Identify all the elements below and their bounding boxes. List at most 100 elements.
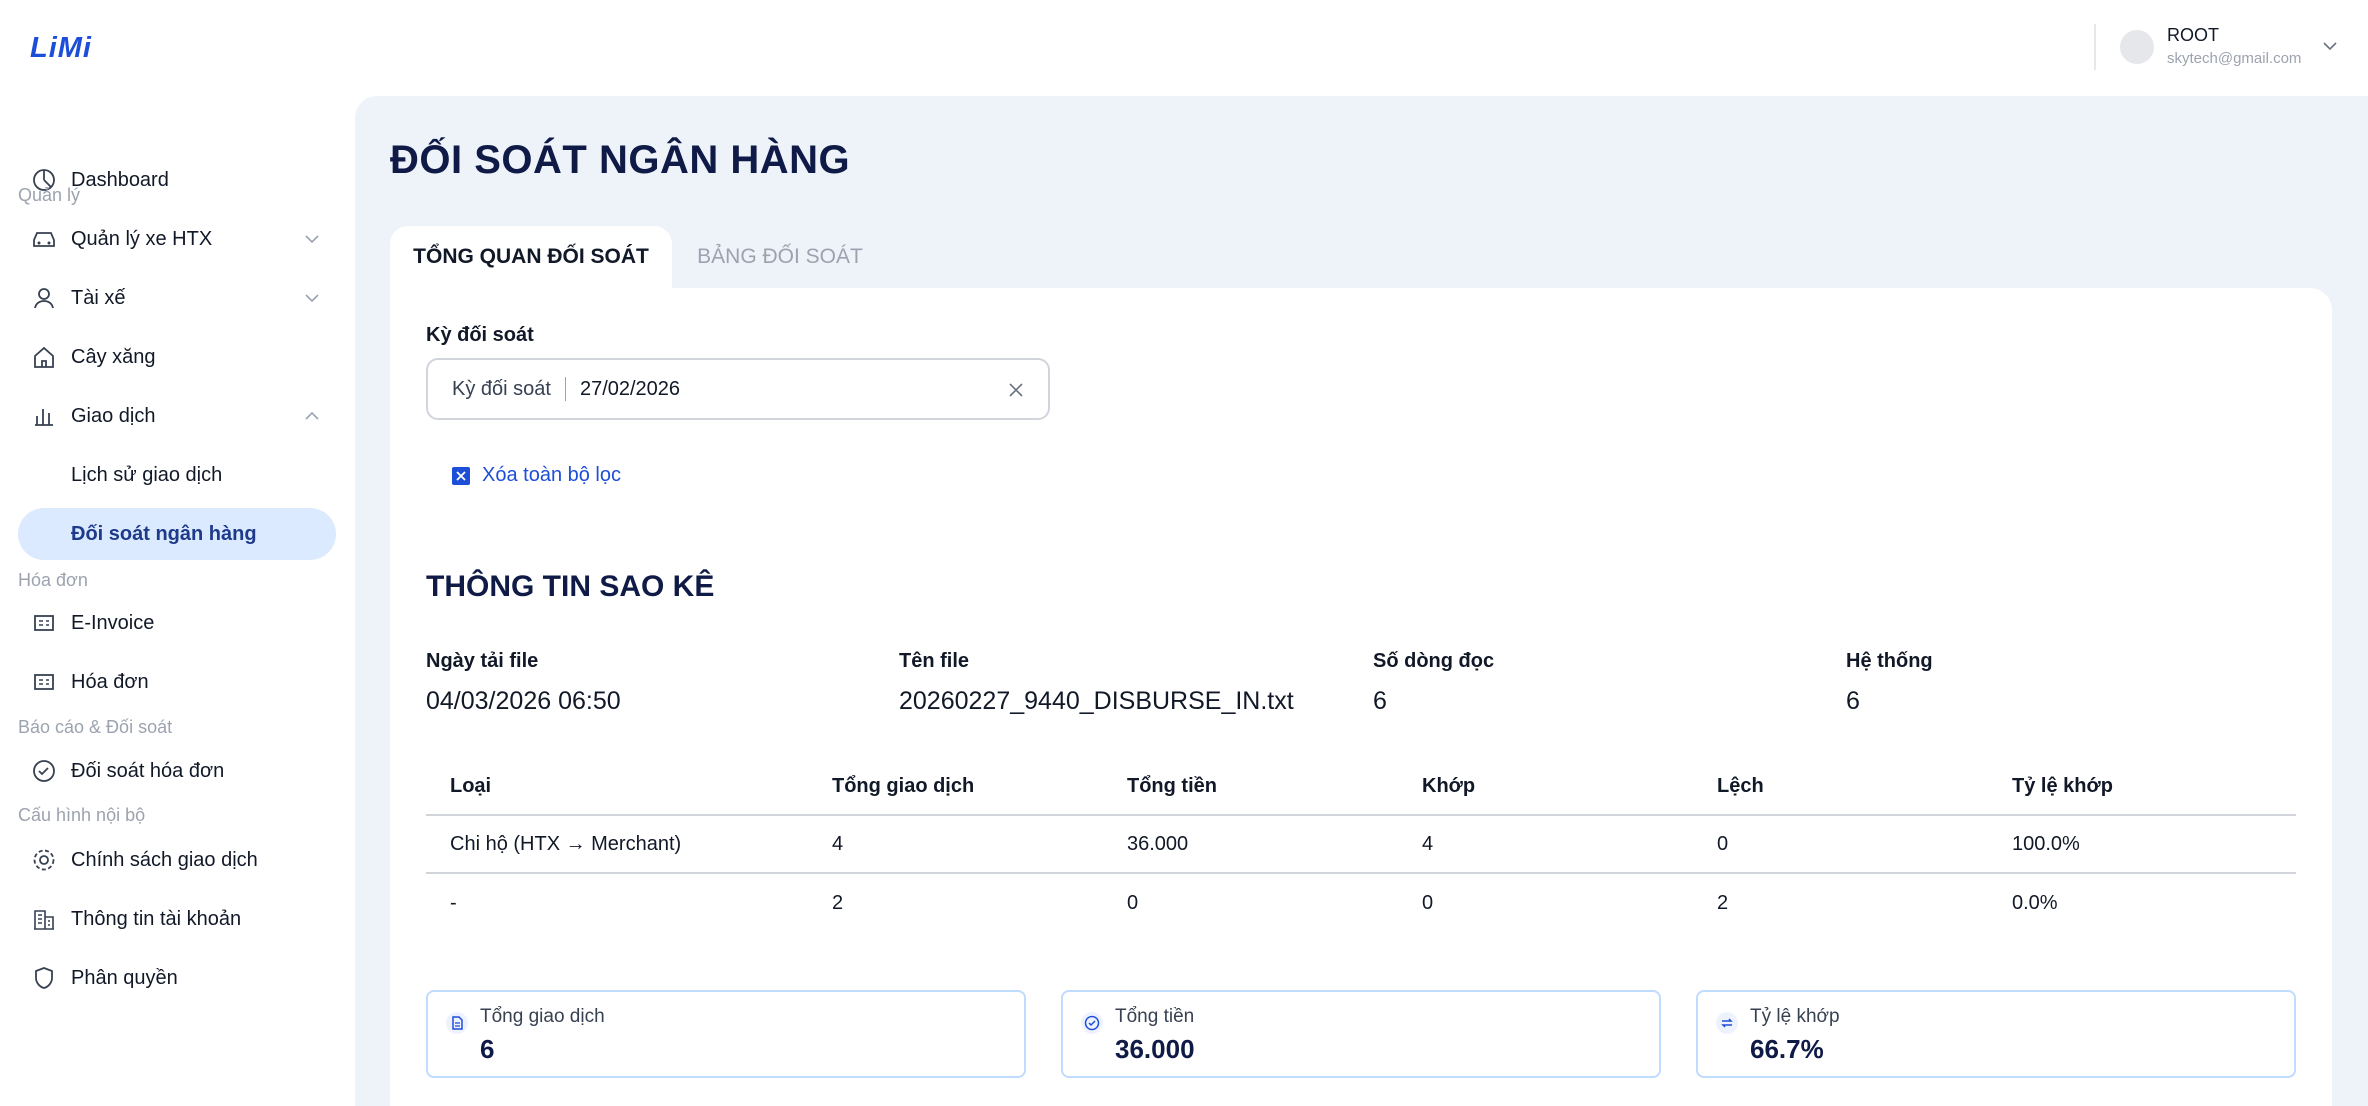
section-label-bao-cao: Báo cáo & Đối soát — [18, 717, 173, 737]
sidebar-item-label: Lịch sử giao dịch — [71, 463, 223, 486]
info-label: Tên file — [899, 650, 970, 672]
sidebar-item-doi-soat-hoa-don[interactable]: Đối soát hóa đơn — [18, 745, 336, 797]
table-cell: 2 — [1717, 891, 1729, 914]
sidebar-item-quan-ly-xe[interactable]: Quản lý xe HTX — [18, 213, 336, 265]
shield-icon — [30, 964, 58, 992]
chevron-down-icon — [305, 235, 319, 244]
sidebar-item-label: Chính sách giao dịch — [71, 848, 258, 871]
table-header-cell: Tỷ lệ khớp — [2012, 774, 2113, 797]
table-cell: - — [450, 891, 457, 914]
stat-value: 6 — [480, 1034, 495, 1064]
table-cell: 36.000 — [1127, 832, 1189, 855]
refresh-icon — [1716, 1012, 1738, 1034]
chevron-down-icon — [305, 294, 319, 303]
sidebar-item-label: Đối soát ngân hàng — [71, 522, 257, 545]
invoice-icon — [30, 609, 58, 637]
table-cell: Chi hộ (HTX → Merchant) — [450, 832, 682, 855]
table-header-cell: Tổng tiền — [1127, 774, 1217, 797]
car-icon — [30, 225, 58, 253]
stat-value: 66.7% — [1750, 1034, 1824, 1064]
info-label: Hệ thống — [1846, 650, 1933, 672]
table-cell: 0 — [1717, 832, 1729, 855]
sidebar-item-label: Thông tin tài khoản — [71, 907, 242, 930]
table-cell: 4 — [832, 832, 844, 855]
table-row[interactable]: Chi hộ (HTX → Merchant) 4 36.000 4 0 100… — [426, 816, 2296, 874]
info-system: Hệ thống 6 — [1846, 650, 1933, 716]
home-icon — [30, 343, 58, 371]
check-circle-icon — [1081, 1012, 1103, 1034]
sidebar-item-label: Phân quyền — [71, 966, 178, 989]
sidebar-item-doi-soat-ngan-hang[interactable]: Đối soát ngân hàng — [18, 508, 336, 560]
user-name: ROOT — [2167, 25, 2219, 45]
info-value: 6 — [1373, 687, 1387, 715]
sidebar-item-label: Tài xế — [71, 286, 126, 309]
clear-all-filters-button[interactable]: Xóa toàn bộ lọc — [452, 464, 621, 487]
stat-card-match-rate: Tỷ lệ khớp 66.7% — [1696, 990, 2296, 1078]
page-title: ĐỐI SOÁT NGÂN HÀNG — [390, 138, 851, 182]
sidebar-item-tai-xe[interactable]: Tài xế — [18, 272, 336, 324]
statement-section-title: THÔNG TIN SAO KÊ — [426, 570, 715, 603]
user-icon — [30, 284, 58, 312]
overview-card: Kỳ đối soát Kỳ đối soát 27/02/2026 Xóa t… — [390, 288, 2332, 1106]
info-upload-date: Ngày tải file 04/03/2026 06:50 — [426, 650, 621, 716]
tab-bang-doi-soat[interactable]: BẢNG ĐỐI SOÁT — [680, 226, 880, 288]
invoice-icon — [30, 668, 58, 696]
sidebar-item-label: Cây xăng — [71, 345, 156, 368]
sidebar-item-label: Giao dịch — [71, 404, 156, 427]
table-cell: 4 — [1422, 832, 1434, 855]
stat-label: Tổng tiền — [1115, 1006, 1195, 1027]
sidebar-item-hoa-don[interactable]: Hóa đơn — [18, 656, 336, 708]
sidebar-item-label: E-Invoice — [71, 611, 155, 634]
table-header-cell: Khớp — [1422, 774, 1476, 797]
filter-value: 27/02/2026 — [579, 377, 681, 400]
section-label-cau-hinh: Cấu hình nội bộ — [18, 805, 146, 825]
info-rows-read: Số dòng đọc 6 — [1373, 650, 1494, 716]
sidebar-item-label: Dashboard — [71, 168, 169, 191]
header-divider — [2094, 24, 2096, 70]
stat-card-total-transactions: Tổng giao dịch 6 — [426, 990, 1026, 1078]
chevron-up-icon — [305, 411, 319, 420]
check-circle-icon — [30, 757, 58, 785]
info-value: 20260227_9440_DISBURSE_IN.txt — [899, 687, 1294, 715]
info-value: 04/03/2026 06:50 — [426, 687, 621, 715]
close-icon[interactable] — [1006, 380, 1026, 400]
stat-value: 36.000 — [1115, 1034, 1195, 1064]
avatar[interactable] — [2120, 30, 2154, 64]
sidebar-item-phan-quyen[interactable]: Phân quyền — [18, 952, 336, 1004]
clear-all-label: Xóa toàn bộ lọc — [482, 464, 621, 486]
sidebar-item-lich-su-giao-dich[interactable]: Lịch sử giao dịch — [18, 449, 336, 501]
sidebar-item-label: Quản lý xe HTX — [71, 227, 213, 250]
table-header-cell: Loại — [450, 774, 492, 797]
stat-label: Tỷ lệ khớp — [1750, 1006, 1840, 1027]
bar-chart-icon — [30, 402, 58, 430]
table-cell: 0 — [1422, 891, 1434, 914]
filter-field-label: Kỳ đối soát — [452, 377, 566, 401]
sidebar-item-thong-tin-tai-khoan[interactable]: Thông tin tài khoản — [18, 893, 336, 945]
info-label: Số dòng đọc — [1373, 650, 1495, 672]
info-label: Ngày tải file — [426, 650, 539, 672]
sidebar-item-label: Đối soát hóa đơn — [71, 759, 225, 782]
sidebar-item-chinh-sach[interactable]: Chính sách giao dịch — [18, 834, 336, 886]
document-icon — [446, 1012, 468, 1034]
building-icon — [30, 905, 58, 933]
sidebar-item-cay-xang[interactable]: Cây xăng — [18, 331, 336, 383]
main-content: ĐỐI SOÁT NGÂN HÀNG TỔNG QUAN ĐỐI SOÁT BẢ… — [355, 96, 2368, 1106]
filter-label: Kỳ đối soát — [426, 324, 534, 346]
top-header: LiMi ROOT skytech@gmail.com — [0, 0, 2368, 96]
reconciliation-summary-table: Loại Tổng giao dịch Tổng tiền Khớp Lệch … — [426, 758, 2296, 932]
chevron-down-icon[interactable] — [2322, 38, 2338, 54]
table-cell: 0 — [1127, 891, 1139, 914]
sidebar-item-einvoice[interactable]: E-Invoice — [18, 597, 336, 649]
info-file-name: Tên file 20260227_9440_DISBURSE_IN.txt — [899, 650, 1294, 716]
tab-tong-quan[interactable]: TỔNG QUAN ĐỐI SOÁT — [390, 226, 672, 288]
section-label-quan-ly: Quản lý — [18, 185, 81, 205]
sidebar-item-giao-dich[interactable]: Giao dịch — [18, 390, 336, 442]
info-value: 6 — [1846, 687, 1860, 715]
stat-label: Tổng giao dịch — [480, 1006, 605, 1027]
sidebar: Dashboard Quản lý Quản lý xe HTX Tài xế … — [0, 96, 355, 1106]
app-logo[interactable]: LiMi — [30, 32, 92, 65]
table-row[interactable]: - 2 0 0 2 0.0% — [426, 874, 2296, 932]
close-square-icon — [452, 466, 470, 485]
period-filter-input[interactable]: Kỳ đối soát 27/02/2026 — [426, 358, 1050, 420]
user-email: skytech@gmail.com — [2167, 50, 2302, 67]
